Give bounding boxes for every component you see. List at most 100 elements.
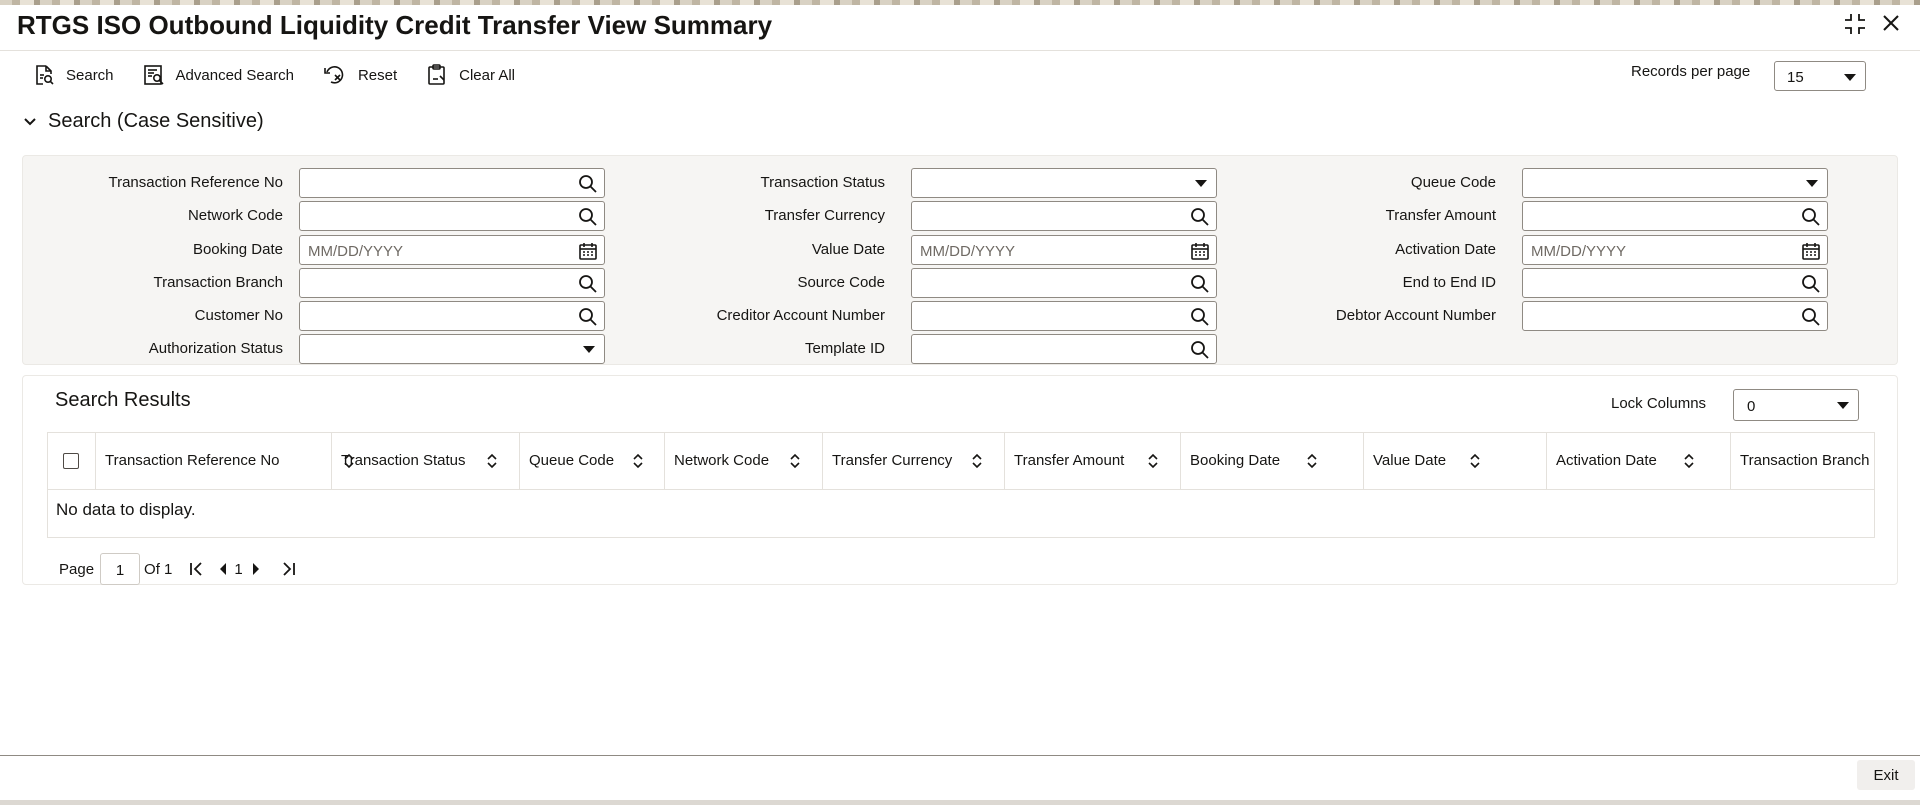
calendar-icon[interactable] bbox=[1801, 241, 1821, 261]
end-to-end-id-input[interactable] bbox=[1522, 268, 1828, 298]
activation-date-placeholder: MM/DD/YYYY bbox=[1531, 243, 1627, 260]
search-icon[interactable] bbox=[578, 207, 598, 227]
page-of-label: Of 1 bbox=[144, 560, 173, 578]
window-top-border bbox=[0, 0, 1920, 5]
search-icon[interactable] bbox=[578, 307, 598, 327]
empty-table-message: No data to display. bbox=[56, 500, 196, 519]
column-header-transfer-amount[interactable]: Transfer Amount bbox=[1004, 433, 1180, 489]
booking-date-input[interactable]: MM/DD/YYYY bbox=[299, 235, 605, 265]
sort-icon[interactable] bbox=[971, 452, 983, 470]
column-header-label: Activation Date bbox=[1556, 452, 1657, 469]
records-per-page-label: Records per page bbox=[1631, 63, 1751, 80]
creditor-account-number-label: Creditor Account Number bbox=[716, 307, 885, 324]
column-header-label: Queue Code bbox=[529, 452, 615, 469]
customer-no-label: Customer No bbox=[194, 307, 283, 324]
template-id-input[interactable] bbox=[911, 334, 1217, 364]
maximize-icon[interactable] bbox=[1843, 12, 1867, 41]
value-date-input[interactable]: MM/DD/YYYY bbox=[911, 235, 1217, 265]
transfer-amount-input[interactable] bbox=[1522, 201, 1828, 231]
search-button-label: Search bbox=[66, 66, 114, 84]
chevron-down-icon bbox=[1195, 180, 1207, 187]
column-header-label: Transfer Amount bbox=[1014, 452, 1125, 469]
results-table: Transaction Reference No Transaction Sta… bbox=[47, 432, 1875, 538]
page-number-input[interactable]: 1 bbox=[100, 553, 141, 585]
search-icon[interactable] bbox=[1190, 307, 1210, 327]
clear-all-button[interactable]: Clear All bbox=[425, 63, 515, 87]
next-page-icon[interactable] bbox=[251, 562, 261, 576]
chevron-down-icon bbox=[1837, 402, 1849, 409]
column-header-activation-date[interactable]: Activation Date bbox=[1546, 433, 1730, 489]
debtor-account-number-label: Debtor Account Number bbox=[1335, 307, 1496, 324]
transaction-reference-no-input[interactable] bbox=[299, 168, 605, 198]
search-icon[interactable] bbox=[1190, 274, 1210, 294]
chevron-down-icon bbox=[24, 117, 36, 125]
advanced-search-button[interactable]: Advanced Search bbox=[142, 63, 294, 87]
column-header-label: Transaction Reference No bbox=[105, 452, 280, 469]
customer-no-input[interactable] bbox=[299, 301, 605, 331]
column-header-label: Booking Date bbox=[1190, 452, 1281, 469]
sort-icon[interactable] bbox=[486, 452, 498, 470]
lock-columns-label: Lock Columns bbox=[1611, 395, 1707, 412]
transaction-status-select[interactable] bbox=[911, 168, 1217, 198]
sort-icon[interactable] bbox=[789, 452, 801, 470]
page-number-value: 1 bbox=[115, 562, 125, 579]
page-label: Page bbox=[59, 560, 95, 578]
value-date-label: Value Date bbox=[811, 241, 885, 258]
column-header-booking-date[interactable]: Booking Date bbox=[1180, 433, 1363, 489]
authorization-status-label: Authorization Status bbox=[148, 340, 283, 357]
sort-icon[interactable] bbox=[1306, 452, 1318, 470]
pagination: Page 1 Of 1 1 bbox=[59, 552, 297, 586]
activation-date-input[interactable]: MM/DD/YYYY bbox=[1522, 235, 1828, 265]
transaction-reference-no-label: Transaction Reference No bbox=[108, 174, 283, 191]
column-header-label: Transaction Status bbox=[341, 452, 466, 469]
close-icon[interactable] bbox=[1880, 12, 1902, 39]
network-code-label: Network Code bbox=[187, 207, 283, 224]
transaction-branch-input[interactable] bbox=[299, 268, 605, 298]
lock-columns-value: 0 bbox=[1747, 398, 1756, 415]
column-header-label: Value Date bbox=[1373, 452, 1447, 469]
creditor-account-number-input[interactable] bbox=[911, 301, 1217, 331]
reset-button[interactable]: Reset bbox=[322, 63, 397, 87]
authorization-status-select[interactable] bbox=[299, 334, 605, 364]
search-button[interactable]: Search bbox=[32, 63, 114, 87]
source-code-input[interactable] bbox=[911, 268, 1217, 298]
transfer-currency-input[interactable] bbox=[911, 201, 1217, 231]
first-page-icon[interactable] bbox=[188, 560, 204, 578]
search-icon[interactable] bbox=[1801, 307, 1821, 327]
records-per-page-select[interactable]: 15 bbox=[1774, 61, 1866, 91]
exit-button[interactable]: Exit bbox=[1857, 760, 1915, 790]
queue-code-select[interactable] bbox=[1522, 168, 1828, 198]
search-results-title: Search Results bbox=[55, 389, 191, 411]
sort-icon[interactable] bbox=[1683, 452, 1695, 470]
column-header-value-date[interactable]: Value Date bbox=[1363, 433, 1546, 489]
select-all-checkbox[interactable] bbox=[63, 453, 79, 469]
column-header-transfer-currency[interactable]: Transfer Currency bbox=[822, 433, 1004, 489]
sort-icon[interactable] bbox=[1147, 452, 1159, 470]
network-code-input[interactable] bbox=[299, 201, 605, 231]
end-to-end-id-label: End to End ID bbox=[1402, 274, 1496, 291]
column-header-queue-code[interactable]: Queue Code bbox=[519, 433, 664, 489]
advanced-search-label: Advanced Search bbox=[175, 66, 294, 84]
search-section-toggle[interactable]: Search (Case Sensitive) bbox=[22, 110, 264, 133]
search-icon[interactable] bbox=[578, 174, 598, 194]
search-icon[interactable] bbox=[1190, 207, 1210, 227]
column-header-transaction-reference-no[interactable]: Transaction Reference No bbox=[95, 433, 354, 489]
page-number-link[interactable]: 1 bbox=[234, 561, 242, 578]
debtor-account-number-input[interactable] bbox=[1522, 301, 1828, 331]
clear-all-label: Clear All bbox=[459, 66, 515, 84]
search-icon[interactable] bbox=[1801, 207, 1821, 227]
column-header-network-code[interactable]: Network Code bbox=[664, 433, 822, 489]
column-header-transaction-branch[interactable]: Transaction Branch bbox=[1730, 433, 1874, 489]
last-page-icon[interactable] bbox=[281, 560, 297, 578]
calendar-icon[interactable] bbox=[1190, 241, 1210, 261]
transfer-currency-label: Transfer Currency bbox=[764, 207, 885, 224]
search-icon[interactable] bbox=[578, 274, 598, 294]
sort-icon[interactable] bbox=[632, 452, 644, 470]
column-header-transaction-status[interactable]: Transaction Status bbox=[331, 433, 519, 489]
calendar-icon[interactable] bbox=[578, 241, 598, 261]
search-icon[interactable] bbox=[1190, 340, 1210, 360]
search-icon[interactable] bbox=[1801, 274, 1821, 294]
sort-icon[interactable] bbox=[1469, 452, 1481, 470]
lock-columns-select[interactable]: 0 bbox=[1733, 389, 1859, 421]
previous-page-icon[interactable] bbox=[218, 562, 228, 576]
